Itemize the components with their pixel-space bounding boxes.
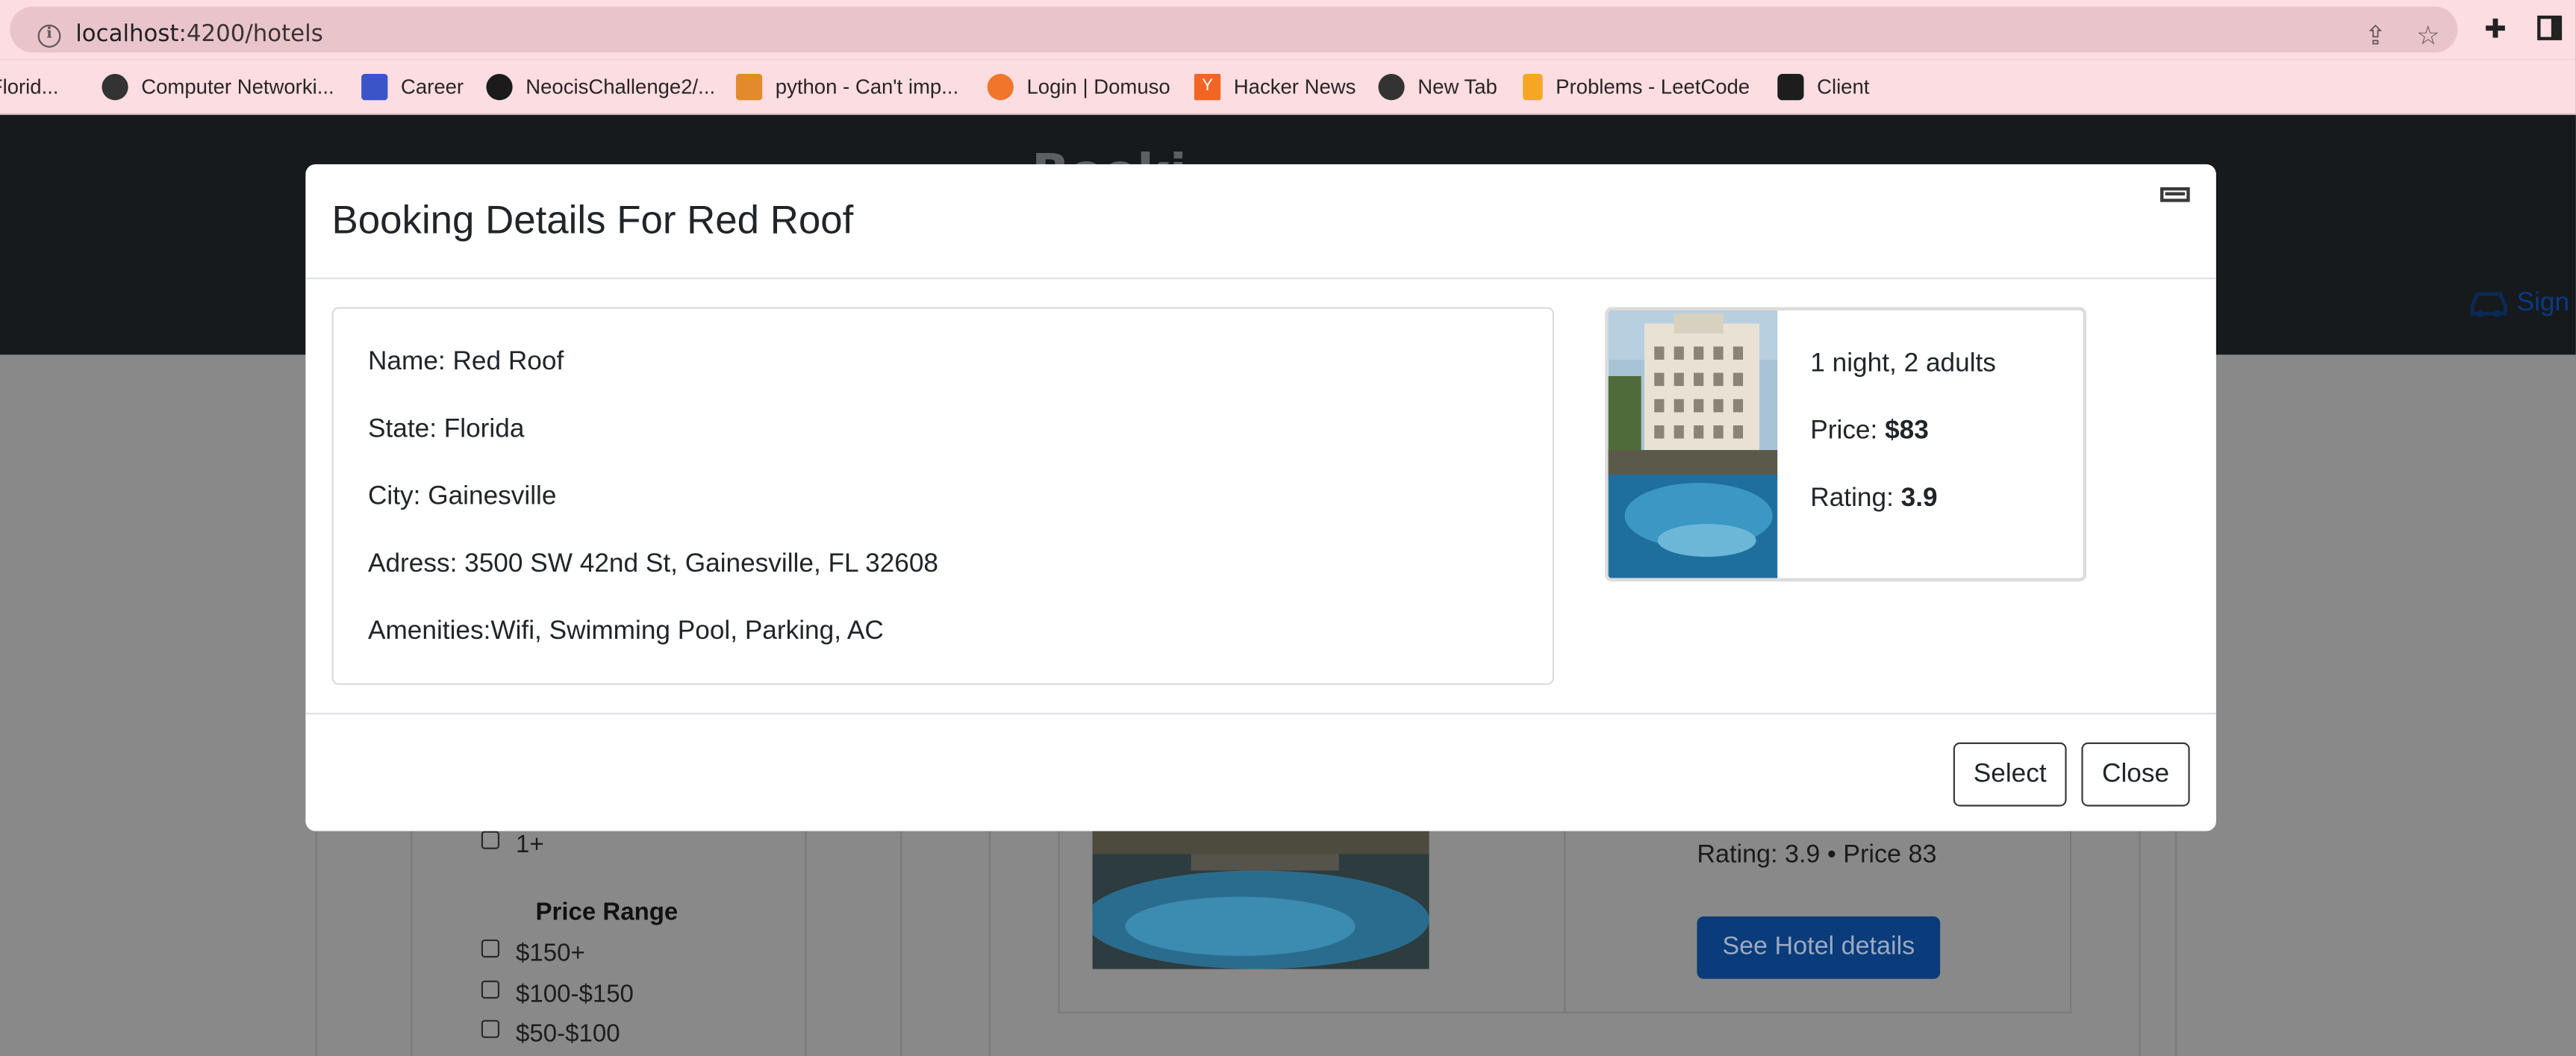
hotel-image (1092, 831, 1429, 969)
layout-divider (988, 831, 991, 1056)
layout-divider (411, 831, 413, 1056)
bookmark-item[interactable]: Florid... (0, 72, 59, 102)
leetcode-icon (1523, 74, 1543, 101)
layout-divider (315, 831, 317, 1056)
side-panel-icon[interactable] (2535, 15, 2565, 45)
site-info-icon[interactable]: i (37, 25, 61, 48)
layout-divider (2070, 831, 2072, 1013)
domuso-icon (987, 74, 1014, 101)
hotel-details-panel: Name: Red Roof State: Florida City: Gain… (331, 307, 1554, 685)
bookmark-item[interactable]: New Tab (1378, 72, 1497, 102)
bookmark-item[interactable]: Login | Domuso (987, 72, 1170, 102)
layout-divider (1058, 831, 1060, 1013)
price-range-heading: Price Range (535, 898, 679, 927)
bookmark-item[interactable]: NeocisChallenge2/... (486, 72, 715, 102)
rating-value: 3.9 (1900, 484, 1938, 513)
booking-summary-card: 1 night, 2 adults Price: $83 Rating: 3.9 (1605, 307, 2087, 582)
car-icon (2470, 292, 2507, 318)
hotel-address: Adress: 3500 SW 42nd St, Gainesville, FL… (367, 550, 939, 578)
price-filter-option[interactable]: $100-$150 (481, 980, 634, 1008)
price-filter-option[interactable]: $50-$100 (481, 1019, 620, 1048)
bookmark-item[interactable]: Computer Networki... (102, 72, 334, 102)
modal-header: Booking Details For Red Roof (305, 164, 2216, 280)
globe-icon (102, 74, 128, 101)
hotel-city: City: Gainesville (367, 483, 557, 511)
sign-in-link[interactable]: Sign (2517, 289, 2569, 319)
extensions-puzzle-icon[interactable]: ✚ (2480, 14, 2510, 45)
url-field[interactable]: i localhost:4200/hotels ⇪ ☆ (10, 6, 2458, 53)
bookmarks-bar: Florid... Computer Networki... Career Ne… (0, 59, 2576, 116)
booking-details-modal: Booking Details For Red Roof Name: Red R… (305, 164, 2216, 831)
hotel-amenities: Amenities:Wifi, Swimming Pool, Parking, … (367, 617, 884, 646)
bookmark-item[interactable]: Y Hacker News (1194, 72, 1356, 102)
guests-nights: 1 night, 2 adults (1810, 349, 1996, 378)
rating-line: Rating: 3.9 (1810, 484, 1938, 513)
select-button[interactable]: Select (1953, 742, 2067, 807)
layout-divider (2174, 831, 2177, 1056)
hackernews-icon: Y (1194, 74, 1221, 101)
checkbox[interactable] (481, 980, 500, 999)
minimize-close-icon[interactable] (2160, 187, 2190, 202)
hotel-image (1608, 310, 1778, 578)
price-filter-option[interactable]: $150+ (481, 939, 585, 967)
stackoverflow-icon (735, 74, 763, 101)
price-value: $83 (1885, 417, 1929, 446)
layout-divider (900, 831, 902, 1056)
close-button[interactable]: Close (2081, 742, 2190, 807)
price-line: Price: $83 (1810, 417, 1929, 446)
browser-address-bar: i localhost:4200/hotels ⇪ ☆ ✚ (0, 0, 2576, 60)
rating-filter-option[interactable]: 1+ (481, 831, 544, 859)
bookmark-item[interactable]: python - Can't imp... (735, 72, 958, 102)
modal-title: Booking Details For Red Roof (331, 199, 854, 243)
globe-icon (1378, 74, 1405, 101)
layout-divider (2139, 831, 2141, 1056)
bookmark-item[interactable]: Career (361, 72, 464, 102)
layout-divider (805, 831, 807, 1056)
hotel-name: Name: Red Roof (367, 348, 564, 376)
career-favicon (361, 74, 388, 101)
bookmark-star-icon[interactable]: ☆ (2413, 21, 2443, 51)
share-icon[interactable]: ⇪ (2361, 21, 2391, 51)
url-text: localhost:4200/hotels (75, 21, 323, 48)
hotel-state: State: Florida (367, 415, 525, 444)
github-icon (486, 74, 513, 101)
layout-divider (1058, 1011, 2072, 1013)
layout-divider (1564, 831, 1566, 1013)
hotel-summary: Rating: 3.9 • Price 83 (1697, 840, 1937, 869)
bookmark-item[interactable]: Client (1777, 72, 1869, 102)
angular-icon (1777, 74, 1804, 101)
checkbox[interactable] (481, 1019, 500, 1038)
modal-footer: Select Close (305, 713, 2216, 831)
checkbox[interactable] (481, 831, 500, 849)
see-hotel-details-button[interactable]: See Hotel details (1697, 916, 1941, 979)
bookmark-item[interactable]: Problems - LeetCode (1523, 72, 1750, 102)
checkbox[interactable] (481, 939, 500, 958)
